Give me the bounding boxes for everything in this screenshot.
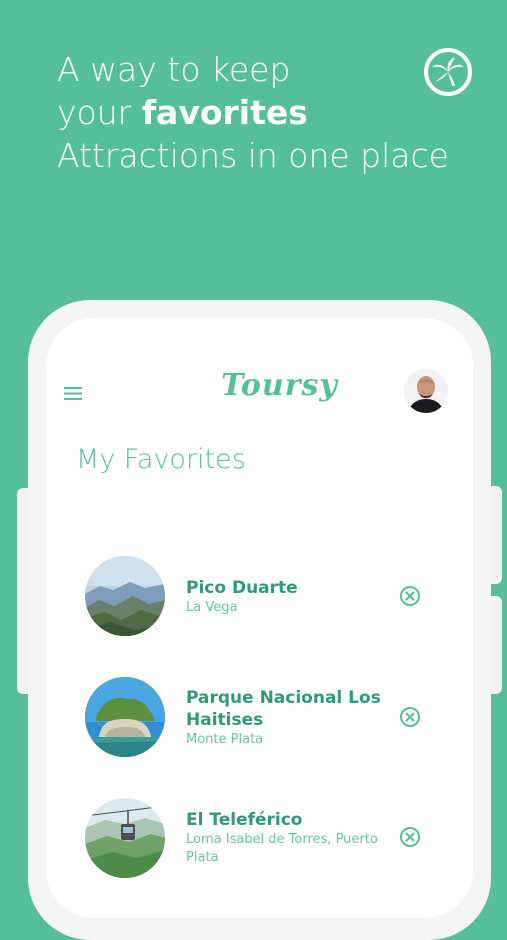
hero-line-2: your favorites [57, 91, 449, 134]
favorite-location: Loma Isabel de Torres, Puerto Plata [186, 832, 378, 865]
avatar[interactable] [404, 369, 448, 413]
hero-line-1: A way to keep [57, 50, 291, 89]
favorite-name[interactable]: El Teleférico [186, 809, 396, 831]
mountain-landscape-thumbnail [85, 556, 165, 636]
favorite-location: La Vega [186, 600, 238, 615]
favorite-name[interactable]: Parque Nacional Los Haitises [186, 687, 396, 731]
hamburger-menu-icon[interactable] [64, 385, 82, 400]
favorite-name[interactable]: Pico Duarte [186, 577, 396, 599]
remove-favorite-button[interactable] [399, 585, 421, 607]
cable-car-thumbnail [85, 798, 165, 878]
hero-line-2-bold: favorites [141, 93, 308, 132]
hero-line-3: Attractions in one place [57, 136, 449, 175]
rock-island-thumbnail [85, 677, 165, 757]
palm-tree-icon [422, 46, 474, 98]
hero-headline: A way to keep your favorites Attractions… [57, 48, 449, 177]
hero-line-2-prefix: your [57, 93, 142, 132]
page-title: My Favorites [76, 444, 246, 475]
phone-screen: Toursy My Favorites Pico Duarte La Vega … [46, 318, 473, 918]
remove-favorite-button[interactable] [399, 706, 421, 728]
favorite-location: Monte Plata [186, 732, 264, 747]
remove-favorite-button[interactable] [399, 826, 421, 848]
app-logo: Toursy [221, 368, 338, 403]
